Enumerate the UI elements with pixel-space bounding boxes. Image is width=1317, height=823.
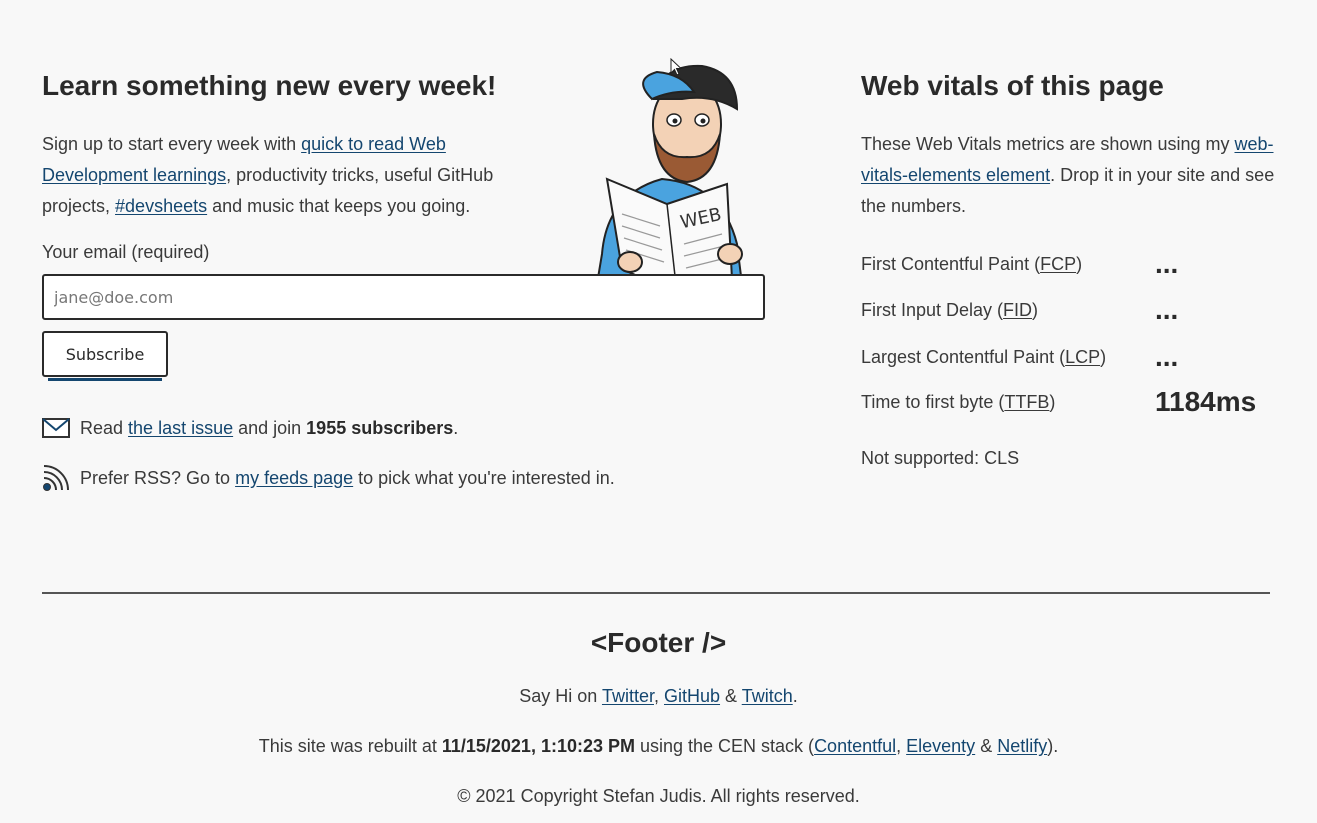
email-label: Your email (required): [42, 242, 210, 262]
eleventy-link[interactable]: Eleventy: [906, 736, 975, 756]
metric-value: 1184ms: [1155, 386, 1257, 417]
metric-value: ...: [1155, 248, 1179, 279]
metric-label: Time to first byte (TTFB): [861, 392, 1056, 412]
metric-value: ...: [1155, 341, 1179, 372]
metric-label: Largest Contentful Paint (LCP): [861, 347, 1107, 367]
newsletter-intro: Sign up to start every week with quick t…: [42, 134, 494, 216]
contentful-link[interactable]: Contentful: [814, 736, 896, 756]
fid-abbr: FID: [1003, 300, 1033, 320]
web-vitals-section: Web vitals of this page These Web Vitals…: [861, 66, 1281, 468]
lcp-abbr: LCP: [1065, 347, 1101, 367]
rss-line: Prefer RSS? Go to my feeds page to pick …: [42, 464, 615, 492]
not-supported-note: Not supported: CLS: [861, 448, 1020, 468]
twitch-link[interactable]: Twitch: [742, 686, 793, 706]
devsheets-link[interactable]: #devsheets: [115, 196, 207, 216]
fcp-abbr: FCP: [1040, 254, 1077, 274]
feeds-page-link[interactable]: my feeds page: [235, 468, 353, 488]
rss-icon: [43, 465, 69, 491]
ttfb-abbr: TTFB: [1004, 392, 1050, 412]
footer-title: <Footer />: [590, 627, 727, 658]
rebuild-timestamp: 11/15/2021, 1:10:23 PM: [441, 736, 635, 756]
metric-fcp: First Contentful Paint (FCP) ...: [861, 249, 1281, 279]
twitter-link[interactable]: Twitter: [602, 686, 654, 706]
subscribe-button[interactable]: Subscribe: [42, 331, 168, 381]
email-field[interactable]: [42, 274, 765, 320]
metric-fid: First Input Delay (FID) ...: [861, 295, 1281, 325]
rebuilt-line: This site was rebuilt at 11/15/2021, 1:1…: [258, 736, 1059, 756]
footer-divider: [42, 592, 1270, 594]
github-link[interactable]: GitHub: [664, 686, 720, 706]
last-issue-line: Read the last issue and join 1955 subscr…: [42, 414, 458, 442]
metric-label: First Contentful Paint (FCP): [861, 254, 1083, 274]
netlify-link[interactable]: Netlify: [997, 736, 1047, 756]
metric-label: First Input Delay (FID): [861, 300, 1039, 320]
reading-person-illustration: WEB: [595, 64, 744, 294]
envelope-icon: [42, 418, 70, 438]
web-vitals-intro: These Web Vitals metrics are shown using…: [861, 134, 1275, 216]
mouse-cursor-icon: [670, 58, 682, 76]
copyright-text: © 2021 Copyright Stefan Judis. All right…: [457, 786, 860, 806]
metric-ttfb: Time to first byte (TTFB) 1184ms: [861, 387, 1281, 417]
social-links-line: Say Hi on Twitter, GitHub & Twitch.: [519, 686, 798, 706]
metric-lcp: Largest Contentful Paint (LCP) ...: [861, 342, 1281, 372]
metric-value: ...: [1155, 294, 1179, 325]
web-vitals-title: Web vitals of this page: [861, 70, 1164, 101]
subscriber-count: 1955 subscribers: [306, 417, 454, 438]
newsletter-section: Learn something new every week! WEB Sign…: [42, 64, 767, 491]
last-issue-link[interactable]: the last issue: [128, 418, 233, 438]
